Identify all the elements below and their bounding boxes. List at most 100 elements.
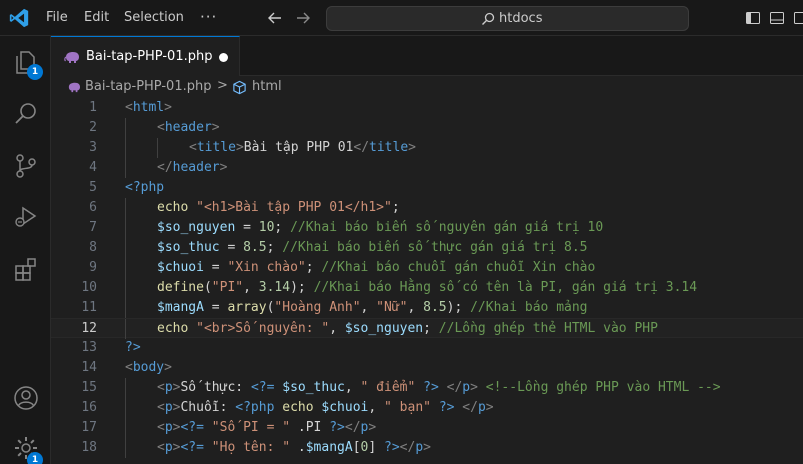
code-line[interactable]: 7 $so_nguyen = 10; //Khai báo biến số ngu… xyxy=(51,218,803,238)
line-number: 18 xyxy=(81,440,97,455)
code-text: define("PI", 3.14); //Khai báo Hằng số c… xyxy=(157,278,697,298)
code-line[interactable]: 17 <p><?= "Số PI = " .PI ?></p> xyxy=(51,418,803,438)
code-token: > xyxy=(219,160,228,175)
code-token: ; xyxy=(305,260,322,275)
code-line[interactable]: 4 </header> xyxy=(51,158,803,178)
toggle-panel-icon[interactable] xyxy=(769,10,785,26)
code-token: < xyxy=(157,440,165,455)
code-token: , xyxy=(243,280,259,295)
code-line[interactable]: 6 echo "<h1>Bài tập PHP 01</h1>"; xyxy=(51,198,803,218)
indent-guide xyxy=(125,438,126,458)
code-token: "Số PI = " xyxy=(211,420,291,435)
code-text: $so_thuc = 8.5; //Khai báo biến số thực … xyxy=(157,238,588,258)
code-token: p xyxy=(415,440,424,455)
run-debug-icon[interactable] xyxy=(12,202,40,230)
code-line[interactable]: 15 <p>Số thực: <?= $so_thuc, " điểm" ?> <… xyxy=(51,378,803,398)
code-line[interactable]: 13 ?> xyxy=(51,338,803,358)
code-line[interactable]: 9 $chuoi = "Xin chào"; //Khai báo chuỗi g… xyxy=(51,258,803,278)
code-token: array xyxy=(227,300,267,315)
code-line[interactable]: 10 define("PI", 3.14); //Khai báo Hằng số… xyxy=(51,278,803,298)
forward-arrow-icon[interactable] xyxy=(294,9,312,27)
menu-selection[interactable]: Selection xyxy=(124,10,184,26)
code-line[interactable]: 12 echo "<br>Số nguyên: ", $so_nguyen; //… xyxy=(51,318,803,339)
code-token: Chuỗi: xyxy=(180,400,236,415)
code-token: </ xyxy=(157,160,173,175)
code-token: . xyxy=(290,420,306,435)
code-token: > xyxy=(485,400,494,415)
menu-edit[interactable]: Edit xyxy=(84,10,109,26)
line-number: 15 xyxy=(81,380,97,395)
code-token: <?php xyxy=(235,400,275,415)
code-token: $chuoi xyxy=(321,400,369,415)
code-line[interactable]: 1 <html> xyxy=(51,98,803,118)
indent-guide xyxy=(125,118,126,138)
code-line[interactable]: 5 <?php xyxy=(51,178,803,198)
code-text: <header> xyxy=(157,118,220,138)
tab-bai-tap-php-01[interactable]: Bai-tap-PHP-01.php xyxy=(51,36,240,76)
menu-file[interactable]: File xyxy=(46,10,68,26)
code-token: < xyxy=(125,360,133,375)
code-token: </ xyxy=(353,140,370,155)
code-line[interactable]: 11 $mangA = array("Hoàng Anh", "Nữ", 8.5)… xyxy=(51,298,803,318)
code-token: < xyxy=(157,120,165,135)
code-token: ?> xyxy=(438,400,455,415)
code-line[interactable]: 3 <title>Bài tập PHP 01</title> xyxy=(51,138,803,158)
extensions-icon[interactable] xyxy=(12,256,40,284)
code-token: > xyxy=(408,140,416,155)
code-token: define xyxy=(157,280,204,295)
more-menu-icon[interactable]: ··· xyxy=(200,8,217,26)
php-elephant-icon xyxy=(64,52,79,63)
code-token: "Xin chào" xyxy=(227,260,306,275)
line-number: 11 xyxy=(81,300,97,315)
code-token: ; xyxy=(266,240,283,255)
accounts-icon[interactable] xyxy=(12,384,40,412)
code-editor[interactable]: 1 <html> 2 <header> 3 <title>Bài tập PHP 01</… xyxy=(51,98,803,464)
editor-tab-bar: Bai-tap-PHP-01.php xyxy=(51,36,803,76)
back-arrow-icon[interactable] xyxy=(266,9,284,27)
code-token: //Khai báo mảng xyxy=(470,300,588,315)
code-text: <p><?= "Họ tên: " .$mangA[0] ?></p> xyxy=(157,438,431,458)
code-line[interactable]: 8 $so_thuc = 8.5; //Khai báo biến số thực… xyxy=(51,238,803,258)
code-token: > xyxy=(368,420,377,435)
code-token: < xyxy=(157,400,165,415)
indent-guide xyxy=(125,298,126,318)
code-token: p xyxy=(164,380,173,395)
search-view-icon[interactable] xyxy=(12,100,40,128)
code-token: header xyxy=(172,160,220,175)
unsaved-dot-icon[interactable] xyxy=(219,53,228,62)
breadcrumb-file[interactable]: Bai-tap-PHP-01.php xyxy=(85,79,211,95)
explorer-badge: 1 xyxy=(27,64,43,80)
code-token: = xyxy=(219,240,244,255)
code-token: ); xyxy=(290,280,314,295)
source-control-icon[interactable] xyxy=(12,152,40,180)
code-line[interactable]: 2 <header> xyxy=(51,118,803,138)
code-token: $chuoi xyxy=(157,260,204,275)
vscode-logo-icon[interactable] xyxy=(8,7,30,29)
code-token: ?> xyxy=(384,440,400,455)
toggle-sidebar-icon[interactable] xyxy=(745,10,761,26)
code-token: <?= xyxy=(180,420,204,435)
code-text: <body> xyxy=(125,358,172,378)
toggle-secondary-sidebar-icon[interactable] xyxy=(793,10,803,26)
code-token: "Hoàng Anh" xyxy=(274,300,361,315)
code-token: < xyxy=(157,420,165,435)
code-token: > xyxy=(164,360,172,375)
line-number: 8 xyxy=(89,240,97,255)
code-line[interactable]: 18 <p><?= "Họ tên: " .$mangA[0] ?></p> xyxy=(51,438,803,458)
code-token: //Khai báo biến số nguyên gán giá trị 10 xyxy=(290,220,604,235)
title-bar: File Edit Selection ··· htdocs xyxy=(0,0,803,36)
code-token: ?> xyxy=(423,380,439,395)
code-token: ; xyxy=(423,321,439,336)
command-center-search[interactable]: htdocs xyxy=(326,6,689,31)
code-token: , xyxy=(407,300,424,315)
code-token: ; xyxy=(274,220,291,235)
code-token: ( xyxy=(203,280,212,295)
code-token: , xyxy=(368,400,385,415)
code-token: <!--Lồng ghép PHP vào HTML --> xyxy=(485,380,721,395)
code-line[interactable]: 16 <p>Chuỗi: <?php echo $chuoi, " bạn" ?>… xyxy=(51,398,803,418)
breadcrumb-symbol[interactable]: html xyxy=(252,79,282,95)
code-line[interactable]: 14 <body> xyxy=(51,358,803,378)
code-token: //Lồng ghép thẻ HTML vào PHP xyxy=(438,321,658,336)
